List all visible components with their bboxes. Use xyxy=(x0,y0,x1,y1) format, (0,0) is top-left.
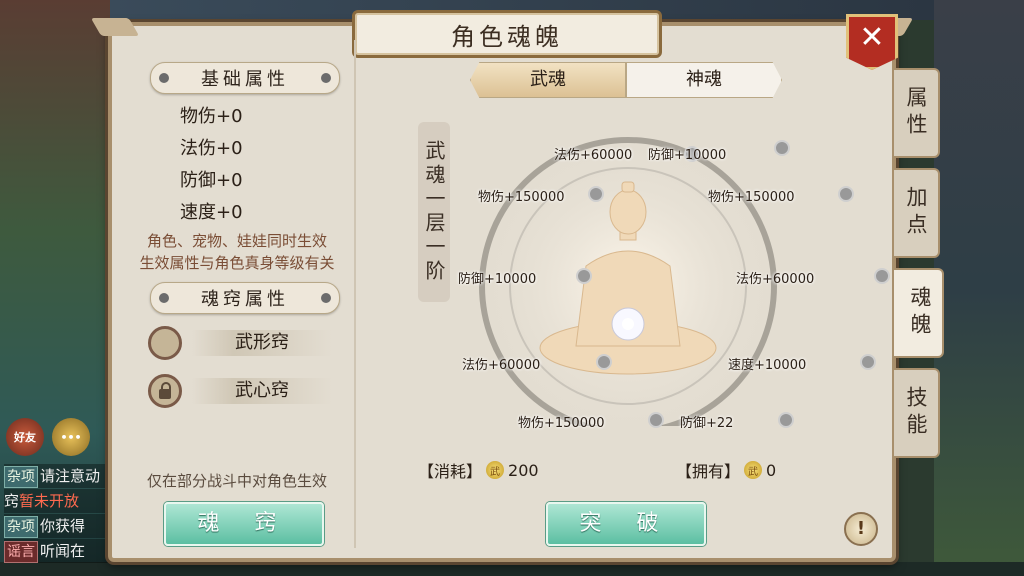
qiao-label: 武形窍 xyxy=(192,330,332,356)
qiao-label: 武心窍 xyxy=(192,378,332,404)
base-attr-header: 基础属性 xyxy=(150,62,340,94)
battle-note: 仅在部分战斗中对角色生效 xyxy=(146,472,327,490)
ring-node[interactable] xyxy=(774,140,790,156)
chat-text: 听闻在 xyxy=(40,542,86,560)
figure-topknot xyxy=(621,181,635,193)
qiao-attr-header: 魂窍属性 xyxy=(150,282,340,314)
cost-display: 【消耗】 武 200 xyxy=(418,458,539,482)
close-icon: ✕ xyxy=(859,20,885,55)
stat-speed: 速度+0 xyxy=(180,202,243,223)
effect-note: 角色、宠物、娃娃同时生效 生效属性与角色真身等级有关 xyxy=(120,230,354,274)
soul-tabs: 武魂 神魂 xyxy=(470,62,782,98)
chat-line: 杂项 请注意动 xyxy=(4,464,112,488)
base-attr-title: 基础属性 xyxy=(201,69,289,90)
ring-attr: 法伤+60000 xyxy=(554,148,633,163)
background-right xyxy=(934,0,1024,576)
ring-attr: 物伤+150000 xyxy=(518,416,605,431)
ring-attr: 速度+10000 xyxy=(728,358,807,373)
side-tab-points[interactable]: 加点 xyxy=(894,168,940,258)
chat-line: 窍暂未开放 xyxy=(4,489,112,513)
left-column: 基础属性 物伤+0 法伤+0 防御+0 速度+0 角色、宠物、娃娃同时生效 生效… xyxy=(120,40,356,548)
stat-magic-damage: 法伤+0 xyxy=(180,138,243,159)
ring-attr: 防御+10000 xyxy=(458,272,537,287)
chat-line: 杂项 你获得 xyxy=(4,514,112,538)
friends-button[interactable]: 好友 xyxy=(6,418,44,456)
stage-label: 武魂一层一阶 xyxy=(418,122,450,302)
soul-ring: 法伤+60000 防御+10000 物伤+150000 物伤+150000 防御… xyxy=(458,116,890,436)
qiao-item-wuxing[interactable]: 武形窍 xyxy=(148,326,338,362)
page-title: 角色魂魄 xyxy=(451,22,563,51)
qiao-attr-title: 魂窍属性 xyxy=(201,289,289,310)
ring-node[interactable] xyxy=(648,412,664,428)
friends-label: 好友 xyxy=(14,431,36,444)
ring-node[interactable] xyxy=(838,186,854,202)
chat-tag: 谣言 xyxy=(4,541,38,563)
ring-attr: 防御+10000 xyxy=(648,148,727,163)
side-tab-skills[interactable]: 技能 xyxy=(894,368,940,458)
close-button[interactable]: ✕ xyxy=(846,14,898,70)
chat-text: 窍 xyxy=(4,492,20,510)
title-plaque: 角色魂魄 xyxy=(352,10,662,58)
effect-note-line: 角色、宠物、娃娃同时生效 xyxy=(146,232,327,250)
cost-value: 200 xyxy=(508,460,539,480)
side-tab-attributes[interactable]: 属性 xyxy=(894,68,940,158)
qiao-item-wuxin[interactable]: 武心窍 xyxy=(148,374,338,410)
chat-tag: 杂项 xyxy=(4,466,38,488)
chat-text: 你获得 xyxy=(40,517,86,535)
ring-attr: 物伤+150000 xyxy=(478,190,565,205)
stat-physical-damage: 物伤+0 xyxy=(180,106,243,127)
ring-node[interactable] xyxy=(588,186,604,202)
chat-line: 谣言 听闻在 xyxy=(4,539,112,563)
help-icon: ! xyxy=(856,518,866,539)
ring-attr: 法伤+60000 xyxy=(736,272,815,287)
qiao-slot-icon xyxy=(148,326,182,360)
help-button[interactable]: ! xyxy=(844,512,878,546)
effect-note-line: 生效属性与角色真身等级有关 xyxy=(139,254,335,272)
chat-dots: ••• xyxy=(60,430,82,444)
chat-tag: 杂项 xyxy=(4,516,38,538)
chat-log[interactable]: 杂项 请注意动 窍暂未开放 杂项 你获得 谣言 听闻在 xyxy=(4,464,112,564)
coin-icon: 武 xyxy=(744,461,763,479)
chat-icons: 好友 ••• xyxy=(6,418,90,456)
chat-bubble-icon[interactable]: ••• xyxy=(52,418,90,456)
background-bottom xyxy=(0,562,1024,576)
ring-node[interactable] xyxy=(860,354,876,370)
soul-orb-core xyxy=(622,318,634,330)
coin-icon: 武 xyxy=(486,461,505,479)
ring-node[interactable] xyxy=(596,354,612,370)
stat-defense: 防御+0 xyxy=(180,170,243,191)
owned-display: 【拥有】 武 0 xyxy=(676,458,776,482)
header-dot-icon xyxy=(321,73,331,83)
owned-label: 【拥有】 xyxy=(676,462,741,481)
ring-attr: 物伤+150000 xyxy=(708,190,795,205)
ring-node[interactable] xyxy=(576,268,592,284)
soul-panel: 角色魂魄 ✕ 基础属性 物伤+0 法伤+0 防御+0 速度+0 角色、宠物、娃娃… xyxy=(90,10,914,562)
qiao-slot-icon xyxy=(148,374,182,408)
side-tabs: 属性 加点 魂魄 技能 xyxy=(894,68,944,468)
ring-node[interactable] xyxy=(874,268,890,284)
breakthrough-button[interactable]: 突 破 xyxy=(546,502,706,546)
owned-value: 0 xyxy=(766,460,777,480)
header-dot-icon xyxy=(159,293,169,303)
chat-highlight: 暂未开放 xyxy=(19,492,80,510)
header-dot-icon xyxy=(321,293,331,303)
tab-wuhun[interactable]: 武魂 xyxy=(470,62,626,98)
hunqiao-button[interactable]: 魂 窍 xyxy=(164,502,324,546)
cost-label: 【消耗】 xyxy=(418,462,483,481)
lock-icon xyxy=(159,382,171,399)
header-dot-icon xyxy=(159,73,169,83)
side-tab-soul[interactable]: 魂魄 xyxy=(894,268,944,358)
ring-attr: 防御+22 xyxy=(680,416,734,431)
ring-node[interactable] xyxy=(778,412,794,428)
ring-attr: 法伤+60000 xyxy=(462,358,541,373)
chat-text: 请注意动 xyxy=(40,467,101,485)
tab-shenhun[interactable]: 神魂 xyxy=(626,62,782,98)
figure-head xyxy=(609,189,647,235)
